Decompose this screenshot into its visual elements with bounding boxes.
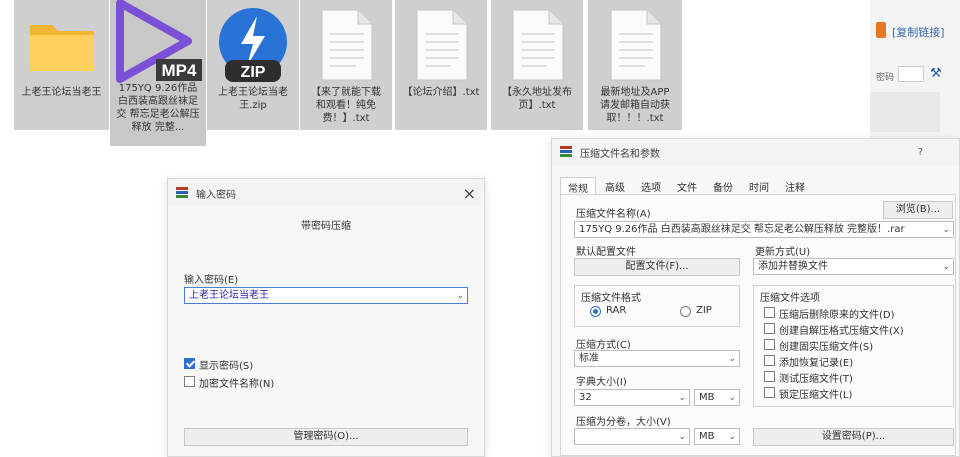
profile-button[interactable]: 配置文件(F)... — [574, 258, 740, 276]
option-checkbox[interactable] — [764, 387, 775, 398]
split-label: 压缩为分卷，大小(V) — [576, 417, 671, 428]
password-input[interactable]: 上老王论坛当老王 ⌄ — [184, 287, 468, 304]
chevron-down-icon[interactable]: ⌄ — [678, 391, 686, 405]
split-unit-select[interactable]: MB ⌄ — [694, 428, 740, 445]
option-label: 测试压缩文件(T) — [779, 374, 853, 385]
split-unit: MB — [699, 431, 715, 442]
password-prompt-label: 输入密码(E) — [184, 275, 239, 286]
manage-passwords-button[interactable]: 管理密码(O)... — [184, 428, 468, 446]
password-dialog-subtitle: 带密码压缩 — [301, 221, 351, 232]
mp4-video-icon: MP4 — [112, 0, 204, 83]
update-mode-value: 添加并替换文件 — [758, 261, 828, 272]
help-icon[interactable]: ? — [918, 147, 923, 158]
archive-dialog-titlebar: 压缩文件名和参数 ? — [552, 139, 959, 165]
method-value: 标准 — [579, 353, 599, 364]
format-zip-label: ZIP — [696, 305, 712, 316]
chevron-down-icon[interactable]: ⌄ — [456, 289, 464, 303]
winrar-icon — [176, 187, 188, 199]
set-password-button[interactable]: 设置密码(P)... — [753, 428, 954, 446]
password-dialog-titlebar: 输入密码 × — [168, 179, 484, 207]
bg-field-label: 密码 — [876, 73, 895, 83]
file-name: 175YQ 9.26作品 白西装高跟丝袜足交 帮忘足老公解压释放 完整... — [116, 83, 200, 133]
text-file-icon — [512, 9, 564, 81]
file-name: 【来了就能下载和观看！纯免费！】.txt — [311, 87, 381, 124]
browse-button[interactable]: 浏览(B)... — [883, 201, 953, 219]
option-checkbox[interactable] — [764, 355, 775, 366]
archive-name-input[interactable]: 175YQ 9.26作品 白西装高跟丝袜足交 帮忘足老公解压释放 完整版！.ra… — [574, 221, 954, 238]
chevron-down-icon[interactable]: ⌄ — [942, 223, 950, 237]
archive-dialog: 压缩文件名和参数 ? 常规 高级 选项 文件 备份 时间 注释 压缩文件名称(A… — [551, 138, 960, 457]
format-zip-radio[interactable] — [680, 306, 691, 317]
file-name: 最新地址及APP请发邮箱自动获取！！！.txt — [600, 87, 670, 124]
zip-badge: ZIP — [241, 64, 266, 81]
file-tile-txt[interactable]: 【永久地址发布页】.txt — [491, 0, 583, 130]
mp4-badge: MP4 — [162, 61, 198, 80]
file-tile-zip[interactable]: ZIP 上老王论坛当老王.zip — [207, 0, 299, 130]
chevron-down-icon[interactable]: ⌄ — [728, 391, 736, 405]
copy-link-label[interactable]: [复制链接] — [892, 24, 945, 40]
split-select[interactable]: ⌄ — [574, 428, 690, 445]
update-mode-select[interactable]: 添加并替换文件 ⌄ — [753, 258, 954, 275]
password-dialog: 输入密码 × 带密码压缩 输入密码(E) 上老王论坛当老王 ⌄ 显示密码(S) … — [167, 178, 485, 457]
background-window: [复制链接] 密码 ⚒ — [870, 0, 960, 140]
dict-select[interactable]: 32 ⌄ — [574, 389, 690, 406]
option-checkbox[interactable] — [764, 371, 775, 382]
file-name: 上老王论坛当老王.zip — [218, 87, 288, 111]
format-rar-radio[interactable] — [590, 306, 601, 317]
method-select[interactable]: 标准 ⌄ — [574, 350, 740, 367]
text-file-icon — [321, 9, 373, 81]
format-rar-label: RAR — [606, 305, 627, 316]
wrench-icon[interactable]: ⚒ — [930, 66, 942, 81]
file-name: 【永久地址发布页】.txt — [502, 87, 572, 111]
option-label: 创建固实压缩文件(S) — [779, 342, 874, 353]
option-label: 添加恢复记录(E) — [779, 358, 854, 369]
file-tile-txt[interactable]: 【论坛介绍】.txt — [395, 0, 487, 130]
option-label: 压缩后删除原来的文件(D) — [779, 310, 895, 321]
dict-value: 32 — [579, 392, 592, 403]
archive-name-label: 压缩文件名称(A) — [576, 209, 651, 220]
dict-unit: MB — [699, 392, 715, 403]
folder-icon — [26, 6, 98, 84]
dict-label: 字典大小(I) — [576, 377, 627, 388]
file-tile-txt[interactable]: 【来了就能下载和观看！纯免费！】.txt — [300, 0, 392, 130]
bg-field[interactable] — [898, 66, 924, 82]
archive-dialog-title: 压缩文件名和参数 — [580, 148, 660, 160]
encrypt-names-label: 加密文件名称(N) — [199, 379, 275, 390]
option-checkbox[interactable] — [764, 323, 775, 334]
show-password-label: 显示密码(S) — [199, 361, 254, 372]
close-icon[interactable]: × — [463, 184, 476, 203]
text-file-icon — [610, 9, 662, 81]
option-label: 锁定压缩文件(L) — [779, 390, 853, 401]
bg-panel — [870, 92, 940, 132]
archive-name-value: 175YQ 9.26作品 白西装高跟丝袜足交 帮忘足老公解压释放 完整版！.ra… — [579, 224, 905, 235]
file-tile-txt[interactable]: 最新地址及APP请发邮箱自动获取！！！.txt — [588, 0, 682, 130]
chevron-down-icon[interactable]: ⌄ — [942, 260, 950, 274]
dict-unit-select[interactable]: MB ⌄ — [694, 389, 740, 406]
update-mode-label: 更新方式(U) — [755, 247, 811, 258]
file-tile-mp4[interactable]: MP4 175YQ 9.26作品 白西装高跟丝袜足交 帮忘足老公解压释放 完整.… — [110, 0, 206, 146]
password-dialog-title: 输入密码 — [196, 189, 236, 201]
text-file-icon — [416, 9, 468, 81]
password-value: 上老王论坛当老王 — [189, 290, 269, 301]
encrypt-names-checkbox[interactable] — [184, 376, 195, 387]
winrar-icon — [560, 146, 572, 158]
zip-archive-icon: ZIP — [211, 6, 295, 84]
brand-icon — [876, 22, 886, 38]
option-checkbox[interactable] — [764, 307, 775, 318]
option-checkbox[interactable] — [764, 339, 775, 350]
chevron-down-icon[interactable]: ⌄ — [728, 352, 736, 366]
format-label: 压缩文件格式 — [581, 293, 641, 304]
option-label: 创建自解压格式压缩文件(X) — [779, 326, 904, 337]
file-tile-folder[interactable]: 上老王论坛当老王 — [14, 0, 109, 130]
file-name: 【论坛介绍】.txt — [402, 87, 480, 98]
file-name: 上老王论坛当老王 — [21, 87, 102, 98]
chevron-down-icon[interactable]: ⌄ — [728, 430, 736, 444]
chevron-down-icon[interactable]: ⌄ — [678, 430, 686, 444]
options-label: 压缩文件选项 — [760, 293, 820, 304]
show-password-checkbox[interactable] — [184, 358, 195, 369]
profile-label: 默认配置文件 — [576, 247, 636, 258]
method-label: 压缩方式(C) — [576, 340, 631, 351]
